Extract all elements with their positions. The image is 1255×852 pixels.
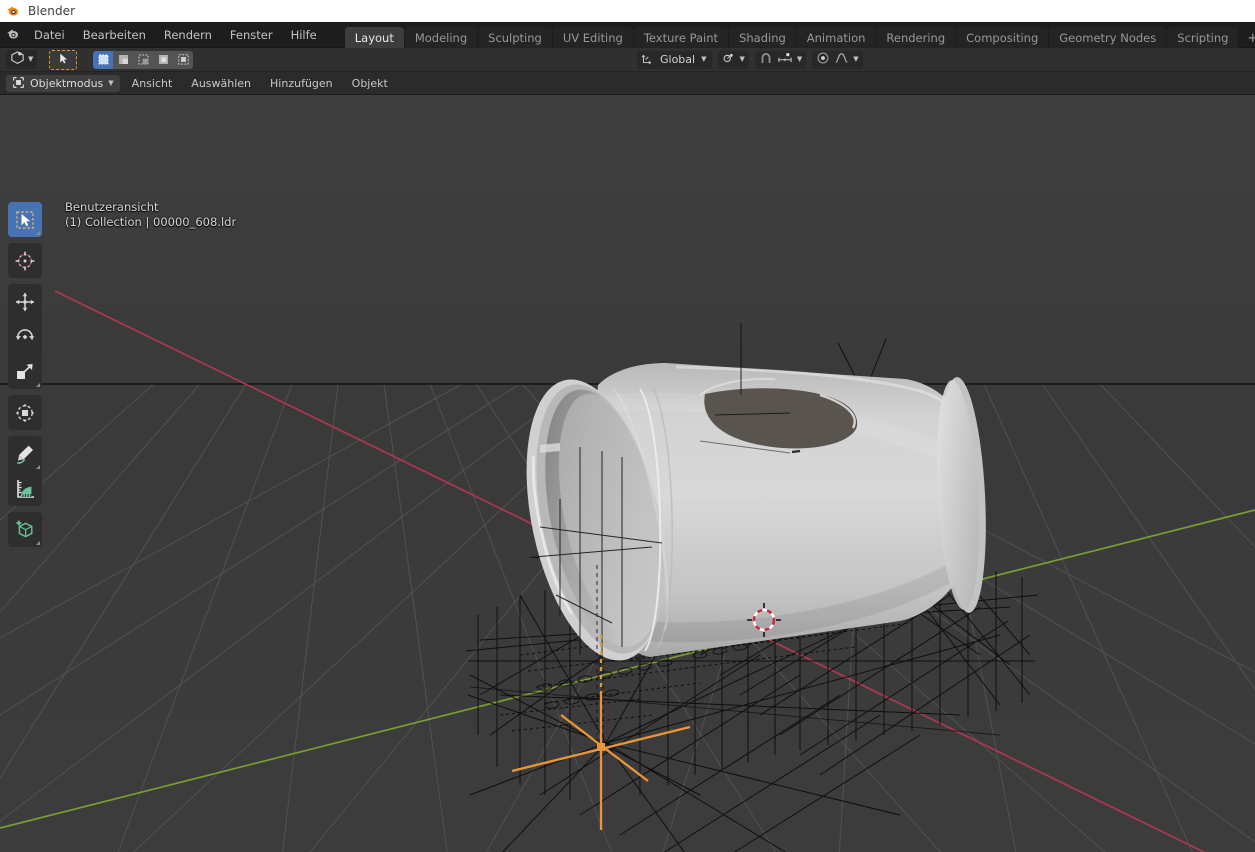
tab-uv-editing[interactable]: UV Editing (552, 26, 633, 50)
editor-type-selector[interactable]: ▼ (6, 50, 38, 69)
chevron-down-icon: ▼ (701, 55, 707, 63)
tool-measure[interactable] (8, 471, 42, 506)
tool-scale[interactable] (8, 354, 42, 389)
toolbar-group-select (8, 202, 42, 237)
select-mode-invert[interactable] (153, 50, 174, 69)
window-title-text: Blender (28, 4, 76, 18)
select-mode-extend[interactable] (113, 50, 134, 69)
transform-orientation-value: Global (660, 53, 696, 66)
tab-scripting[interactable]: Scripting (1167, 26, 1239, 50)
chevron-down-icon: ▼ (28, 55, 34, 63)
tab-sculpting[interactable]: Sculpting (478, 26, 552, 50)
tweak-select-box-icon (16, 210, 34, 229)
editor-type-3d-viewport-icon (10, 50, 25, 69)
menu-rendern[interactable]: Rendern (155, 25, 221, 45)
chevron-down-icon[interactable]: ▼ (797, 56, 802, 63)
workspace-tab-bar: Layout Modeling Sculpting UV Editing Tex… (344, 22, 1255, 50)
tool-rotate[interactable] (8, 319, 42, 354)
tool-settings-header: ▼ Global ▼ ▼ ▼ ▼ (0, 48, 1255, 72)
toolbar-group-cursor (8, 243, 42, 278)
blender-menu-logo-icon[interactable] (6, 27, 21, 42)
tab-modeling[interactable]: Modeling (404, 26, 478, 50)
tool-submenu-corner (36, 383, 40, 387)
transform-tool-icon (15, 403, 35, 422)
smooth-falloff-icon[interactable] (834, 50, 849, 69)
snap-to-increment-icon[interactable] (777, 50, 793, 69)
pivot-point-icon (722, 50, 736, 69)
tweak-select-cursor-icon (57, 50, 70, 69)
viewport-menu-auswaehlen[interactable]: Auswählen (184, 75, 258, 92)
viewport-menu-objekt[interactable]: Objekt (345, 75, 395, 92)
select-mode-set[interactable] (93, 50, 114, 69)
active-tool-indicator[interactable] (49, 49, 78, 70)
tool-submenu-corner (36, 541, 40, 545)
move-tool-icon (16, 292, 34, 311)
select-mode-intersect[interactable] (173, 50, 194, 69)
viewport-header: Objektmodus ▼ Ansicht Auswählen Hinzufüg… (0, 72, 1255, 95)
tool-add-cube[interactable] (8, 512, 42, 547)
tab-animation[interactable]: Animation (796, 26, 876, 50)
tab-geometry-nodes[interactable]: Geometry Nodes (1049, 26, 1167, 50)
viewport-menu-ansicht[interactable]: Ansicht (125, 75, 180, 92)
3d-viewport[interactable]: Benutzeransicht (1) Collection | 00000_6… (0, 95, 1255, 852)
tool-transform[interactable] (8, 395, 42, 430)
cursor-3d-tool-icon (15, 251, 35, 270)
orientation-axis-icon (641, 50, 654, 69)
tab-shading[interactable]: Shading (729, 26, 796, 50)
tab-compositing[interactable]: Compositing (956, 26, 1049, 50)
toolbar-group-transform-combined (8, 395, 42, 430)
main-menu-bar: Datei Bearbeiten Rendern Fenster Hilfe L… (0, 22, 1255, 50)
tab-texture-paint[interactable]: Texture Paint (633, 26, 729, 50)
tool-header-right-group: Global ▼ ▼ ▼ ▼ (637, 50, 863, 69)
toolbar-group-add (8, 512, 42, 547)
scale-tool-icon (17, 363, 33, 379)
tab-rendering[interactable]: Rendering (876, 26, 956, 50)
viewport-render (0, 95, 1255, 852)
viewport-toolbar (8, 202, 42, 553)
select-mode-subtract[interactable] (133, 50, 154, 69)
annotate-tool-icon (16, 445, 33, 464)
transform-orientation-selector[interactable]: Global ▼ (637, 50, 713, 69)
object-mode-icon (12, 74, 25, 93)
menu-fenster[interactable]: Fenster (221, 25, 282, 45)
proportional-editing-group: ▼ (812, 50, 863, 69)
tool-annotate[interactable] (8, 436, 42, 471)
menu-hilfe[interactable]: Hilfe (282, 25, 326, 45)
tool-tweak-select-box[interactable] (8, 202, 42, 237)
snapping-group: ▼ (754, 50, 807, 69)
chevron-down-icon: ▼ (739, 55, 745, 63)
pivot-point-selector[interactable]: ▼ (718, 50, 749, 69)
menu-datei[interactable]: Datei (25, 25, 74, 45)
select-mode-group (93, 50, 194, 69)
toolbar-group-annotate (8, 436, 42, 506)
snap-magnet-icon[interactable] (759, 50, 773, 69)
add-cube-tool-icon (16, 520, 33, 537)
tool-submenu-corner (36, 465, 40, 469)
tab-layout[interactable]: Layout (344, 26, 404, 50)
window-title-bar: Blender (0, 0, 1255, 22)
proportional-editing-icon[interactable] (816, 50, 830, 69)
measure-tool-icon (17, 479, 34, 498)
tool-move[interactable] (8, 284, 42, 319)
viewport-menu-hinzufuegen[interactable]: Hinzufügen (263, 75, 340, 92)
interaction-mode-selector[interactable]: Objektmodus ▼ (6, 74, 120, 93)
interaction-mode-value: Objektmodus (30, 76, 104, 90)
tool-submenu-corner (36, 231, 40, 235)
rotate-tool-icon (15, 328, 35, 340)
toolbar-group-transform (8, 284, 42, 389)
chevron-down-icon[interactable]: ▼ (853, 56, 858, 63)
blender-logo-icon (6, 4, 21, 19)
tool-cursor-3d[interactable] (8, 243, 42, 278)
menu-bearbeiten[interactable]: Bearbeiten (74, 25, 155, 45)
add-workspace-button[interactable]: + (1239, 29, 1255, 50)
chevron-down-icon: ▼ (108, 78, 114, 87)
